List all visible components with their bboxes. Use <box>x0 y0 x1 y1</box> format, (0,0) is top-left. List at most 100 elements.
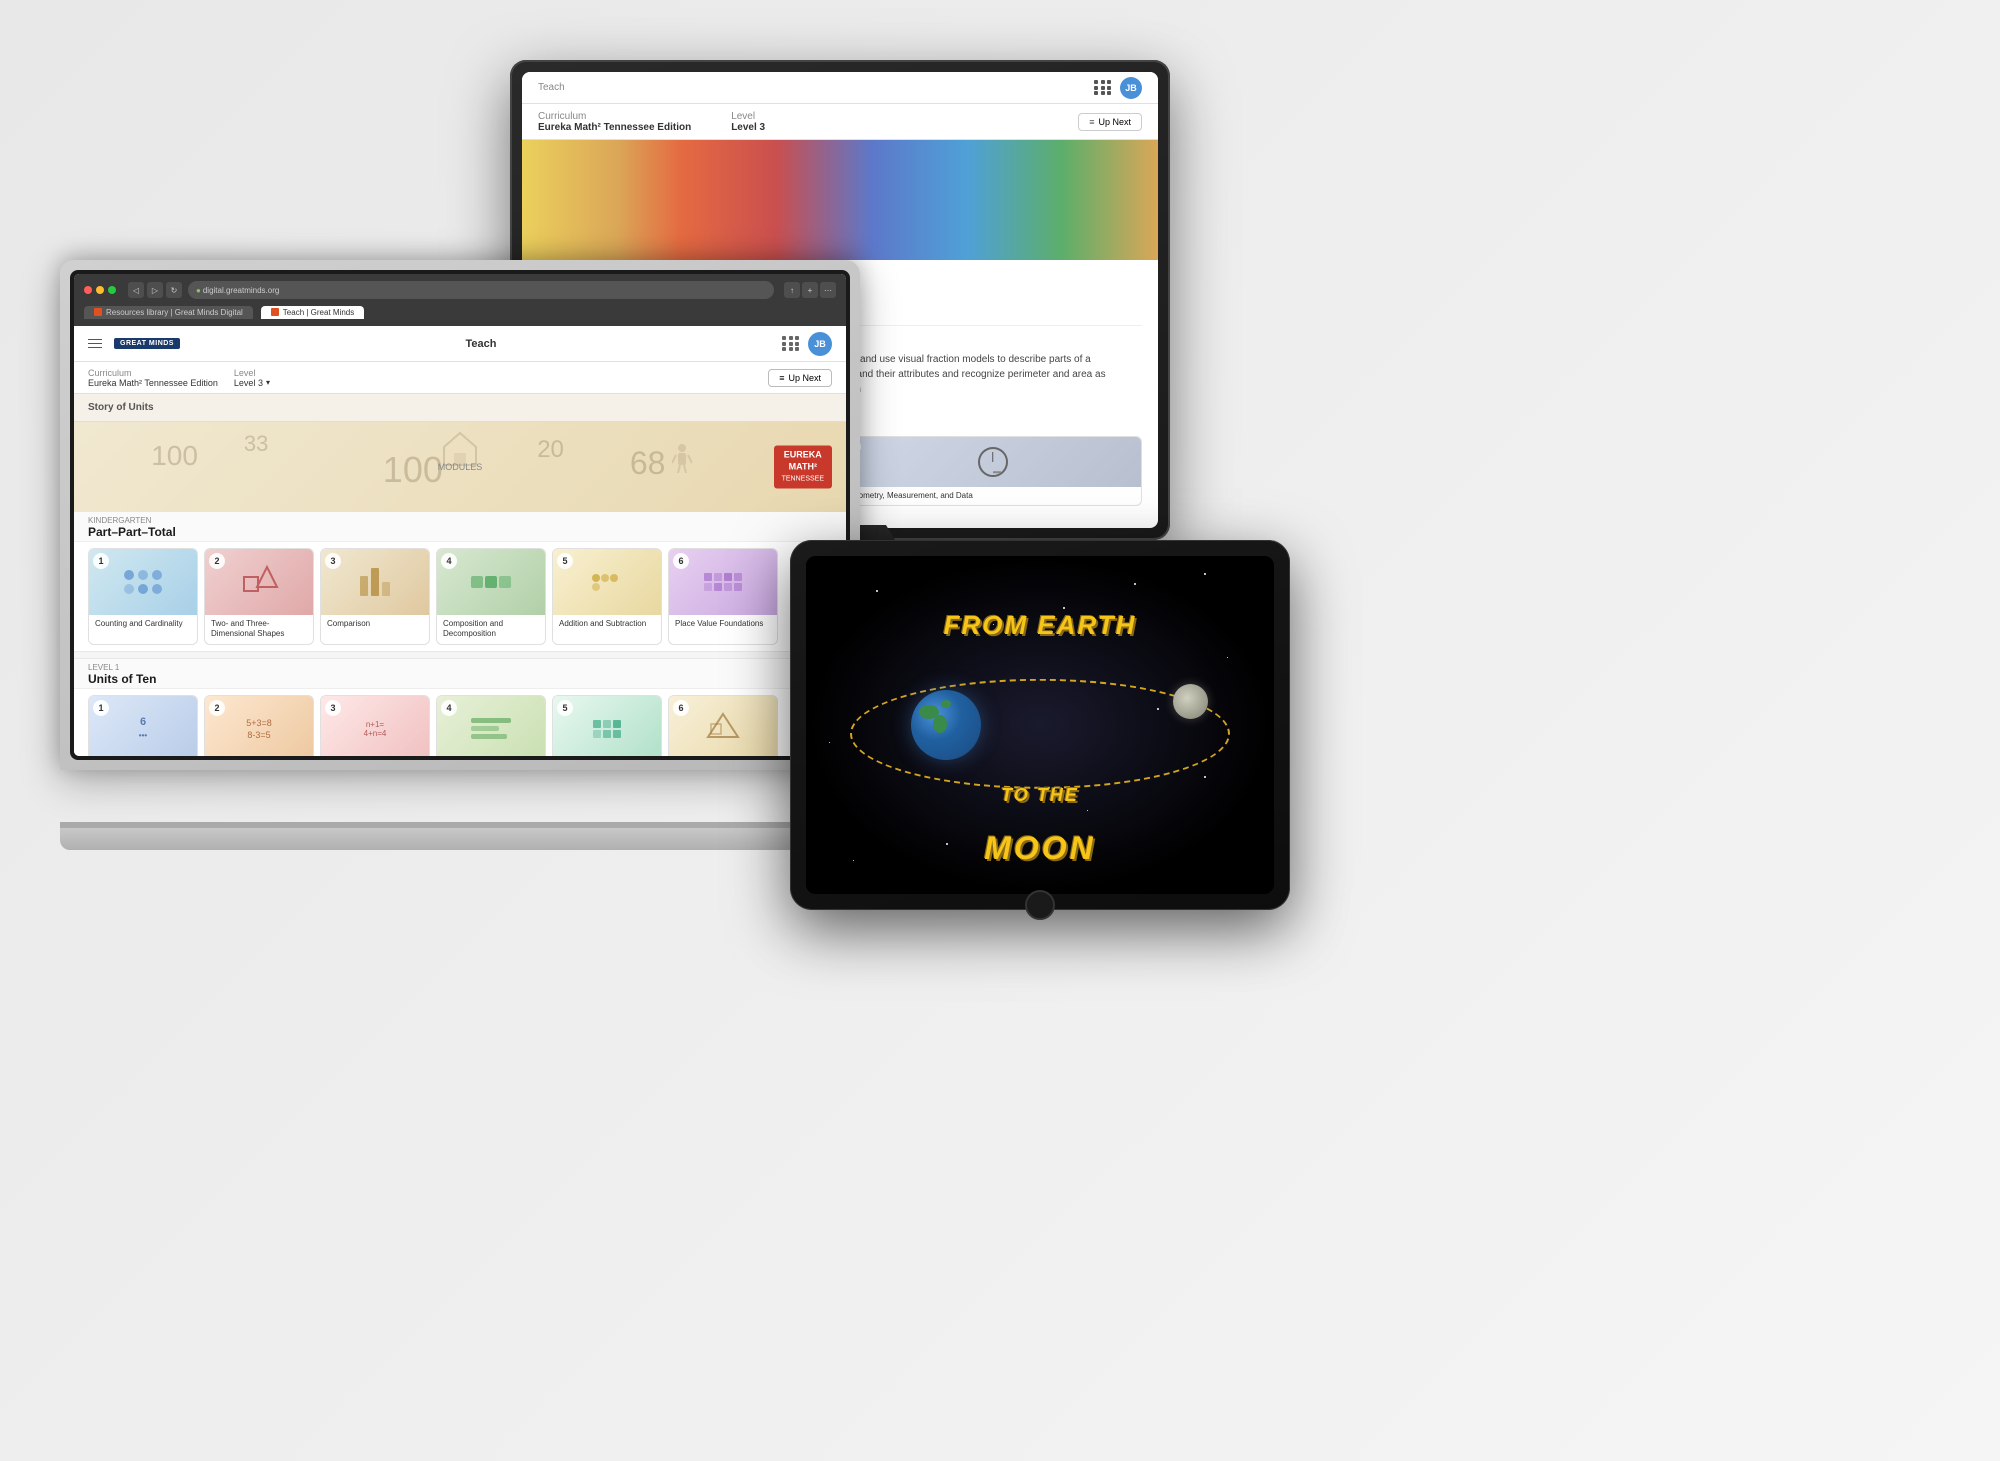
upnext-button[interactable]: ≡ Up Next <box>1078 113 1142 131</box>
address-text: digital.greatminds.org <box>203 286 279 295</box>
curriculum-value: Eureka Math² Tennessee Edition <box>88 378 218 388</box>
tab-favicon-2 <box>271 308 279 316</box>
tab-label-2: Teach | Great Minds <box>283 308 354 317</box>
nav-reload[interactable]: ↻ <box>166 282 182 298</box>
kindergarten-header: KINDERGARTEN Part–Part–Total <box>74 512 846 542</box>
tablet-bezel: FROM EARTH TO THE MOON <box>790 540 1290 910</box>
monitor-title: Teach <box>538 82 565 93</box>
kg-modules: 1 <box>74 542 846 651</box>
tablet-screen: FROM EARTH TO THE MOON <box>806 556 1274 894</box>
nav-back[interactable]: ◁ <box>128 282 144 298</box>
share-icon[interactable]: ↑ <box>784 282 800 298</box>
l1-module-5[interactable]: 5 <box>552 695 662 756</box>
bookmark-icon[interactable]: + <box>802 282 818 298</box>
l1-module-6[interactable]: 6 Attributes of Shapes - Advancing Place… <box>668 695 778 756</box>
tablet-moon-text: MOON <box>984 830 1096 867</box>
tab-favicon-1 <box>94 308 102 316</box>
app-grid-icon[interactable] <box>782 336 800 351</box>
laptop-screen: ◁ ▷ ↻ ● digital.greatminds.org ↑ + ⋯ <box>74 274 846 756</box>
l1-module-2[interactable]: 2 5+3=8 8-3=5 Addition and Subtraction R… <box>204 695 314 756</box>
kg-module-3[interactable]: 3 Comparison <box>320 548 430 645</box>
upnext-label: Up Next <box>1098 117 1131 127</box>
mod-num: 1 <box>93 553 109 569</box>
eureka-badge-text: EUREKAMATH²TENNESSEE <box>774 445 832 488</box>
divider-1 <box>74 651 846 659</box>
level-value-app[interactable]: Level 3 ▾ <box>234 378 270 388</box>
user-avatar[interactable]: JB <box>808 332 832 356</box>
kg-module-1[interactable]: 1 <box>88 548 198 645</box>
kg-m4-label: Composition and Decomposition <box>437 615 545 644</box>
kg-level: KINDERGARTEN <box>88 516 832 525</box>
monitor-topbar: Teach JB <box>522 72 1158 104</box>
laptop-device: ◁ ▷ ↻ ● digital.greatminds.org ↑ + ⋯ <box>60 260 870 880</box>
level1-section: LEVEL 1 Units of Ten 1 6••• <box>74 659 846 756</box>
l1-name[interactable]: Units of Ten <box>88 672 832 686</box>
tablet-content: FROM EARTH TO THE MOON <box>806 556 1274 894</box>
level-label: Level <box>731 111 765 122</box>
kg-m5-label: Addition and Subtraction <box>553 615 661 633</box>
kg-m1-label: Counting and Cardinality <box>89 615 197 633</box>
kg-module-2[interactable]: 2 Two- and Three-Dimensional Shapes <box>204 548 314 645</box>
extensions-icon[interactable]: ⋯ <box>820 282 836 298</box>
traffic-lights <box>84 286 116 294</box>
story-banner: 100 33 100 20 68 <box>74 422 846 512</box>
tab-resources[interactable]: Resources library | Great Minds Digital <box>84 306 253 319</box>
kg-name[interactable]: Part–Part–Total <box>88 525 832 539</box>
story-label: Story of Units <box>88 402 154 413</box>
app-subnav: Curriculum Eureka Math² Tennessee Editio… <box>74 362 846 394</box>
tl-minimize[interactable] <box>96 286 104 294</box>
grid-icon[interactable] <box>1094 80 1112 95</box>
tab-label-1: Resources library | Great Minds Digital <box>106 308 243 317</box>
kg-module-6[interactable]: 6 <box>668 548 778 645</box>
monitor-top-right: JB <box>1094 77 1142 99</box>
tablet-from-earth-text: FROM EARTH <box>944 610 1137 641</box>
earth-landmasses <box>911 690 981 760</box>
laptop-lid: ◁ ▷ ↻ ● digital.greatminds.org ↑ + ⋯ <box>60 260 860 770</box>
l1-level: LEVEL 1 <box>88 663 832 672</box>
level-value[interactable]: Level 3 <box>731 122 765 133</box>
tab-teach[interactable]: Teach | Great Minds <box>261 306 364 319</box>
tablet-to-text: TO THE <box>1001 785 1079 806</box>
attrib-icon <box>703 709 743 749</box>
kg-m2-label: Two- and Three-Dimensional Shapes <box>205 615 313 644</box>
tl-close[interactable] <box>84 286 92 294</box>
brand-text: GREAT MINDS <box>114 338 180 349</box>
monitor-module-6[interactable]: 6 Geometry, Measurement, and Data <box>843 436 1142 506</box>
banner-num3: 100 <box>383 449 443 491</box>
tablet-home-button[interactable] <box>1025 890 1055 920</box>
upnext-button[interactable]: ≡ Up Next <box>768 369 832 387</box>
l1-module-4[interactable]: 4 Comparison and Composition of Leng <box>436 695 546 756</box>
curriculum-label: Curriculum <box>88 368 218 378</box>
monitor-subnav: Curriculum Eureka Math² Tennessee Editio… <box>522 104 1158 140</box>
banner-person-icon <box>672 443 692 473</box>
tl-maximize[interactable] <box>108 286 116 294</box>
module-6-label: Geometry, Measurement, and Data <box>844 487 1141 505</box>
brand-logo[interactable]: GREAT MINDS <box>114 338 180 349</box>
l1-module-3[interactable]: 3 n+1= 4+n=4 Properties Operations to Ma… <box>320 695 430 756</box>
kg-m6-label: Place Value Foundations <box>669 615 777 633</box>
hamburger-menu[interactable] <box>88 339 102 349</box>
upnext-label: Up Next <box>788 373 821 383</box>
eureka-badge: EUREKAMATH²TENNESSEE <box>774 445 832 488</box>
browser-row1: ◁ ▷ ↻ ● digital.greatminds.org ↑ + ⋯ <box>84 281 836 299</box>
level1-header: LEVEL 1 Units of Ten <box>74 659 846 689</box>
curriculum-value: Eureka Math² Tennessee Edition <box>538 122 691 133</box>
app-top-right-controls: JB <box>782 332 832 356</box>
banner-num4: 20 <box>537 436 564 464</box>
kg-module-5[interactable]: 5 <box>552 548 662 645</box>
story-header: Story of Units <box>74 394 846 422</box>
curriculum-section: Curriculum Eureka Math² Tennessee Editio… <box>88 368 218 388</box>
laptop-screen-wrapper: ◁ ▷ ↻ ● digital.greatminds.org ↑ + ⋯ <box>70 270 850 760</box>
l1-module-1[interactable]: 1 6••• Counting, Comparison, and Additio… <box>88 695 198 756</box>
nav-forward[interactable]: ▷ <box>147 282 163 298</box>
modules-label: MODULES <box>438 462 483 472</box>
app-title: Teach <box>192 338 770 350</box>
address-bar[interactable]: ● digital.greatminds.org <box>188 281 774 299</box>
user-avatar[interactable]: JB <box>1120 77 1142 99</box>
kg-module-4[interactable]: 4 Composition and Decomposition <box>436 548 546 645</box>
app-topbar: GREAT MINDS Teach JB <box>74 326 846 362</box>
banner-num1: 100 <box>151 440 198 472</box>
kindergarten-section: KINDERGARTEN Part–Part–Total 1 <box>74 512 846 651</box>
browser-tabs: Resources library | Great Minds Digital … <box>84 306 836 319</box>
shapes-icon <box>239 562 279 602</box>
